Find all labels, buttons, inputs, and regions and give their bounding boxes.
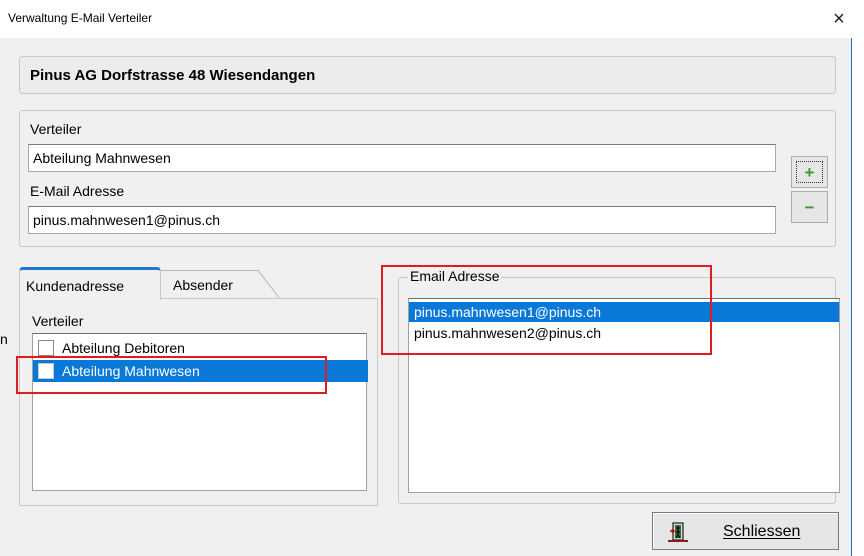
company-header: Pinus AG Dorfstrasse 48 Wiesendangen: [19, 56, 836, 94]
verteiler-list[interactable]: Abteilung Debitoren Abteilung Mahnwesen: [32, 333, 368, 491]
company-name: Pinus AG Dorfstrasse 48 Wiesendangen: [30, 67, 316, 84]
minus-icon: −: [804, 197, 815, 217]
email-group-legend: Email Adresse: [408, 268, 502, 284]
checkbox[interactable]: [38, 363, 54, 379]
list-item[interactable]: pinus.mahnwesen2@pinus.ch: [409, 323, 839, 343]
close-icon[interactable]: ×: [826, 6, 852, 32]
schliessen-label: Schliessen: [723, 523, 801, 540]
dialog-window: Verwaltung E-Mail Verteiler × Pinus AG D…: [0, 0, 852, 556]
window-title: Verwaltung E-Mail Verteiler: [8, 11, 153, 25]
verteiler-input[interactable]: Abteilung Mahnwesen: [28, 144, 776, 172]
tab-absender-label: Absender: [173, 277, 233, 293]
title-bar: Verwaltung E-Mail Verteiler ×: [0, 0, 852, 38]
tab-kundenadresse[interactable]: Kundenadresse: [19, 267, 161, 300]
list-item-label: Abteilung Debitoren: [62, 340, 185, 356]
add-button-focus: +: [796, 161, 823, 183]
plus-icon: +: [804, 162, 815, 182]
email-input[interactable]: pinus.mahnwesen1@pinus.ch: [28, 206, 776, 234]
stray-text: n: [0, 331, 8, 347]
remove-button[interactable]: −: [791, 191, 828, 223]
email-label: E-Mail Adresse: [30, 183, 125, 199]
add-button[interactable]: +: [791, 156, 828, 188]
list-item[interactable]: pinus.mahnwesen1@pinus.ch: [409, 302, 839, 322]
schliessen-button[interactable]: Schliessen: [652, 512, 839, 550]
checkbox[interactable]: [38, 340, 54, 356]
tab-kundenadresse-label: Kundenadresse: [26, 278, 125, 294]
tab-absender[interactable]: Absender: [160, 270, 280, 298]
list-item[interactable]: Abteilung Mahnwesen: [33, 360, 368, 382]
email-address-list[interactable]: pinus.mahnwesen1@pinus.ch pinus.mahnwese…: [408, 298, 840, 493]
exit-door-icon: [668, 522, 688, 542]
list-item[interactable]: Abteilung Debitoren: [33, 337, 368, 359]
verteiler-list-label: Verteiler: [32, 313, 84, 329]
list-item-label: Abteilung Mahnwesen: [62, 363, 200, 379]
verteiler-label: Verteiler: [30, 121, 82, 137]
